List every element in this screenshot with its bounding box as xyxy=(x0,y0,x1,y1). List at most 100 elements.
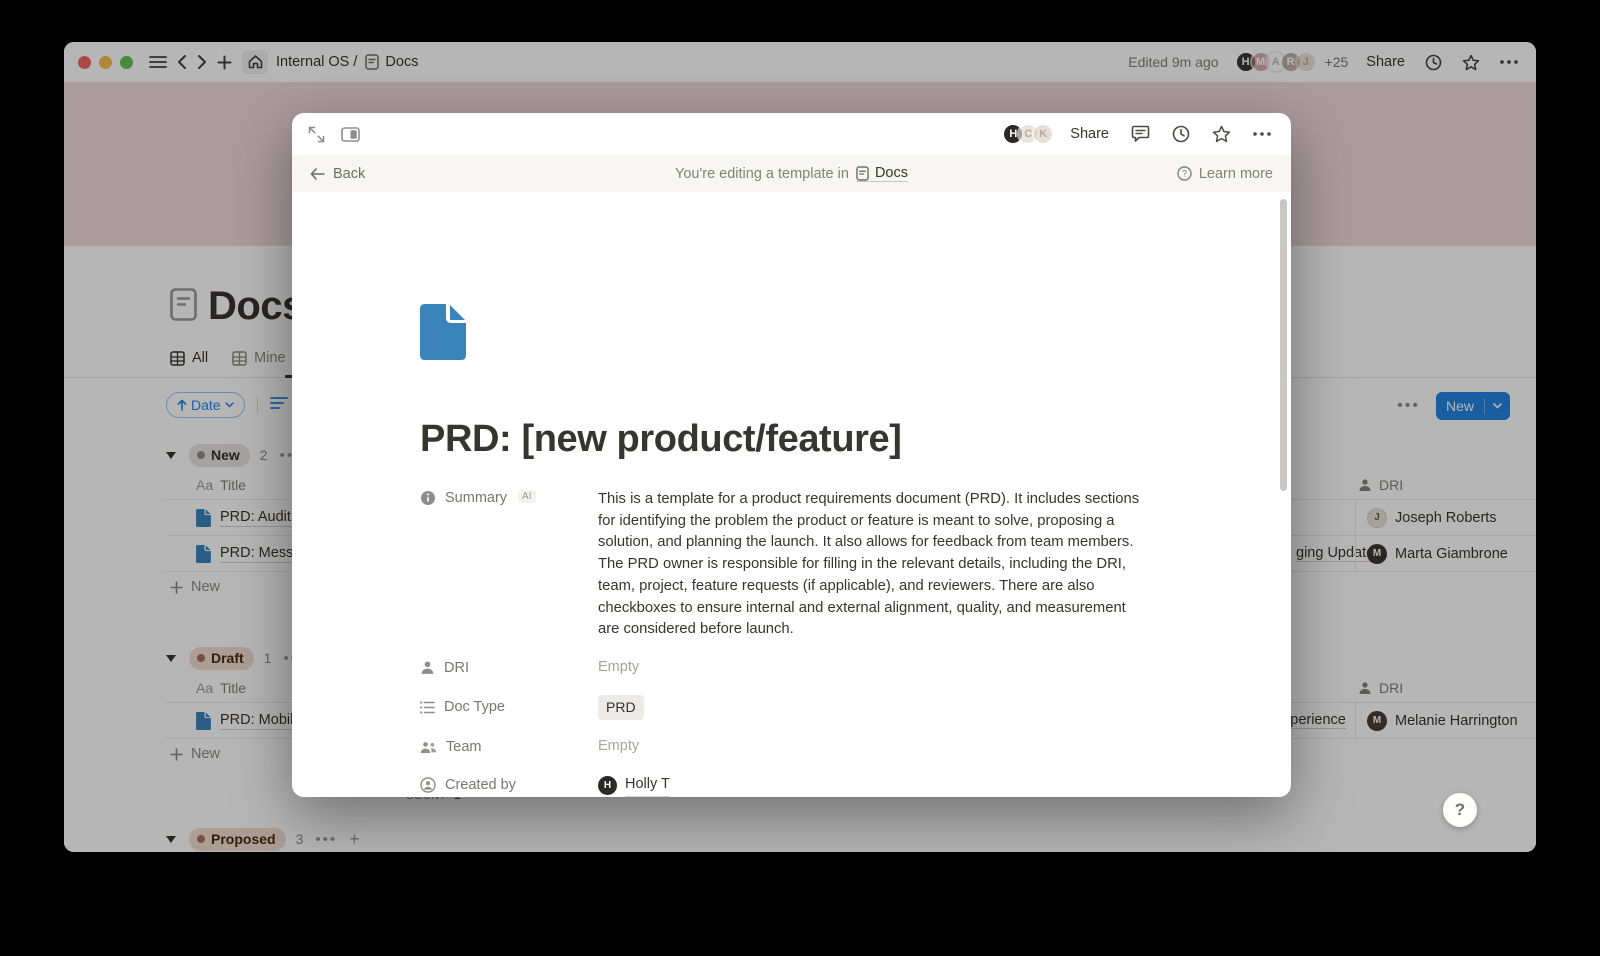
dri-column-header[interactable]: DRI xyxy=(1358,477,1403,493)
view-controls-right: ••• New xyxy=(1397,392,1510,420)
person-circle-icon xyxy=(420,777,436,793)
new-entry-button[interactable]: New xyxy=(1436,392,1510,420)
group-count: 1 xyxy=(264,650,272,666)
row-title[interactable]: PRD: Mobil xyxy=(220,712,293,730)
dri-cell[interactable]: M Marta Giambrone xyxy=(1355,536,1536,571)
row-title[interactable]: PRD: Audit xyxy=(220,509,291,527)
view-more-icon[interactable]: ••• xyxy=(1397,397,1420,415)
property-list: Summary AI This is a template for a prod… xyxy=(420,484,1211,797)
svg-text:?: ? xyxy=(1182,169,1187,179)
breadcrumb-page[interactable]: Docs xyxy=(385,54,418,70)
property-team[interactable]: Team Empty xyxy=(420,731,1211,763)
side-peek-icon[interactable] xyxy=(341,127,360,142)
dri-cell[interactable]: M Melanie Harrington xyxy=(1355,703,1536,738)
people-icon xyxy=(420,741,437,754)
sort-date-chip[interactable]: Date xyxy=(166,392,245,418)
banner-message: You're editing a template in Docs xyxy=(292,165,1291,182)
top-chrome-bar: Internal OS / Docs Edited 9m ago H M A R… xyxy=(64,42,1536,82)
group-collapse-icon[interactable] xyxy=(166,452,176,459)
breadcrumb-workspace[interactable]: Internal OS / xyxy=(276,54,357,70)
avatar: H xyxy=(598,776,617,795)
property-created-by[interactable]: Created by H Holly T xyxy=(420,769,1211,797)
team-value[interactable]: Empty xyxy=(598,736,1143,758)
nav-forward-icon[interactable] xyxy=(197,54,207,70)
expand-icon[interactable] xyxy=(308,126,325,143)
group-add-icon[interactable]: + xyxy=(349,830,360,848)
banner-doc-link[interactable]: Docs xyxy=(856,165,908,182)
modal-collaborator-avatars[interactable]: H C K xyxy=(1002,123,1054,145)
list-icon xyxy=(420,701,435,714)
new-tab-icon[interactable] xyxy=(217,55,232,70)
dri-cell[interactable]: J Joseph Roberts xyxy=(1355,500,1536,535)
page-doc-icon[interactable] xyxy=(420,304,466,360)
history-clock-icon[interactable] xyxy=(1172,125,1190,143)
modal-scrollbar[interactable] xyxy=(1280,199,1287,491)
avatar: K xyxy=(1032,123,1054,145)
avatar-overflow-count[interactable]: +25 xyxy=(1325,54,1349,70)
group-status-pill[interactable]: New xyxy=(189,444,250,467)
template-banner: Back You're editing a template in Docs ?… xyxy=(292,155,1291,192)
tab-mine[interactable]: Mine xyxy=(232,350,285,366)
row-hidden-cell-fragment[interactable]: xperience xyxy=(1283,712,1346,729)
history-clock-icon[interactable] xyxy=(1425,54,1442,71)
dri-value[interactable]: Empty xyxy=(598,657,1143,679)
title-column-type-icon: Aa xyxy=(196,477,213,493)
new-entry-dropdown-icon[interactable] xyxy=(1485,403,1510,409)
summary-text[interactable]: This is a template for a product require… xyxy=(598,489,1143,641)
page-title: Docs xyxy=(208,284,304,329)
group-count: 3 xyxy=(296,831,304,847)
group-more-icon[interactable]: ••• xyxy=(315,831,337,848)
view-controls: Date xyxy=(166,392,288,418)
property-dri[interactable]: DRI Empty xyxy=(420,652,1211,684)
more-options-icon[interactable] xyxy=(1253,132,1271,136)
title-column-header[interactable]: Title xyxy=(220,477,246,493)
modal-share-button[interactable]: Share xyxy=(1070,126,1109,142)
group-collapse-icon[interactable] xyxy=(166,655,176,662)
window-controls xyxy=(78,56,133,69)
avatar: M xyxy=(1367,711,1387,731)
tab-all[interactable]: All xyxy=(170,350,208,366)
avatar: J xyxy=(1367,508,1387,528)
doc-icon xyxy=(196,509,211,527)
group-status-pill[interactable]: Proposed xyxy=(189,828,286,851)
title-column-header[interactable]: Title xyxy=(220,680,246,696)
group-collapse-icon[interactable] xyxy=(166,836,176,843)
back-button[interactable]: Back xyxy=(310,166,365,182)
template-doc-content: PRD: [new product/feature] Summary AI Th… xyxy=(292,192,1291,797)
favorite-star-icon[interactable] xyxy=(1212,125,1231,143)
created-by-value[interactable]: Holly T xyxy=(625,774,670,797)
doc-icon xyxy=(196,712,211,730)
zoom-window-button[interactable] xyxy=(120,56,133,69)
nav-back-icon[interactable] xyxy=(177,54,187,70)
property-doc-type[interactable]: Doc Type PRD xyxy=(420,690,1211,726)
close-window-button[interactable] xyxy=(78,56,91,69)
learn-more-link[interactable]: ? Learn more xyxy=(1177,166,1273,182)
template-title[interactable]: PRD: [new product/feature] xyxy=(420,416,1211,462)
title-column-type-icon: Aa xyxy=(196,680,213,696)
group-proposed: Proposed 3 ••• + xyxy=(166,826,1536,852)
screenshot-stage: Internal OS / Docs Edited 9m ago H M A R… xyxy=(0,0,1600,956)
filter-list-icon[interactable] xyxy=(270,396,288,415)
sidebar-toggle-icon[interactable] xyxy=(149,55,167,69)
help-button[interactable]: ? xyxy=(1443,793,1477,827)
doc-type-tag[interactable]: PRD xyxy=(598,695,644,721)
avatar: M xyxy=(1367,544,1387,564)
collaborator-avatars[interactable]: H M A R J xyxy=(1235,51,1317,73)
more-options-icon[interactable] xyxy=(1500,60,1518,64)
minimize-window-button[interactable] xyxy=(99,56,112,69)
group-status-pill[interactable]: Draft xyxy=(189,647,254,670)
group-count: 2 xyxy=(260,447,268,463)
row-title[interactable]: PRD: Messa xyxy=(220,545,301,563)
home-icon[interactable] xyxy=(242,50,268,74)
share-button[interactable]: Share xyxy=(1366,54,1405,70)
property-summary[interactable]: Summary AI This is a template for a prod… xyxy=(420,484,1211,646)
template-editor-modal: H C K Share Back You'r xyxy=(292,113,1291,797)
docs-page-icon[interactable] xyxy=(170,288,197,326)
avatar: J xyxy=(1295,51,1317,73)
doc-icon xyxy=(196,545,211,563)
comments-icon[interactable] xyxy=(1131,125,1150,143)
breadcrumb-doc-icon xyxy=(365,54,379,70)
dri-column-header[interactable]: DRI xyxy=(1358,680,1403,696)
favorite-star-icon[interactable] xyxy=(1462,54,1480,71)
person-icon xyxy=(420,660,435,675)
